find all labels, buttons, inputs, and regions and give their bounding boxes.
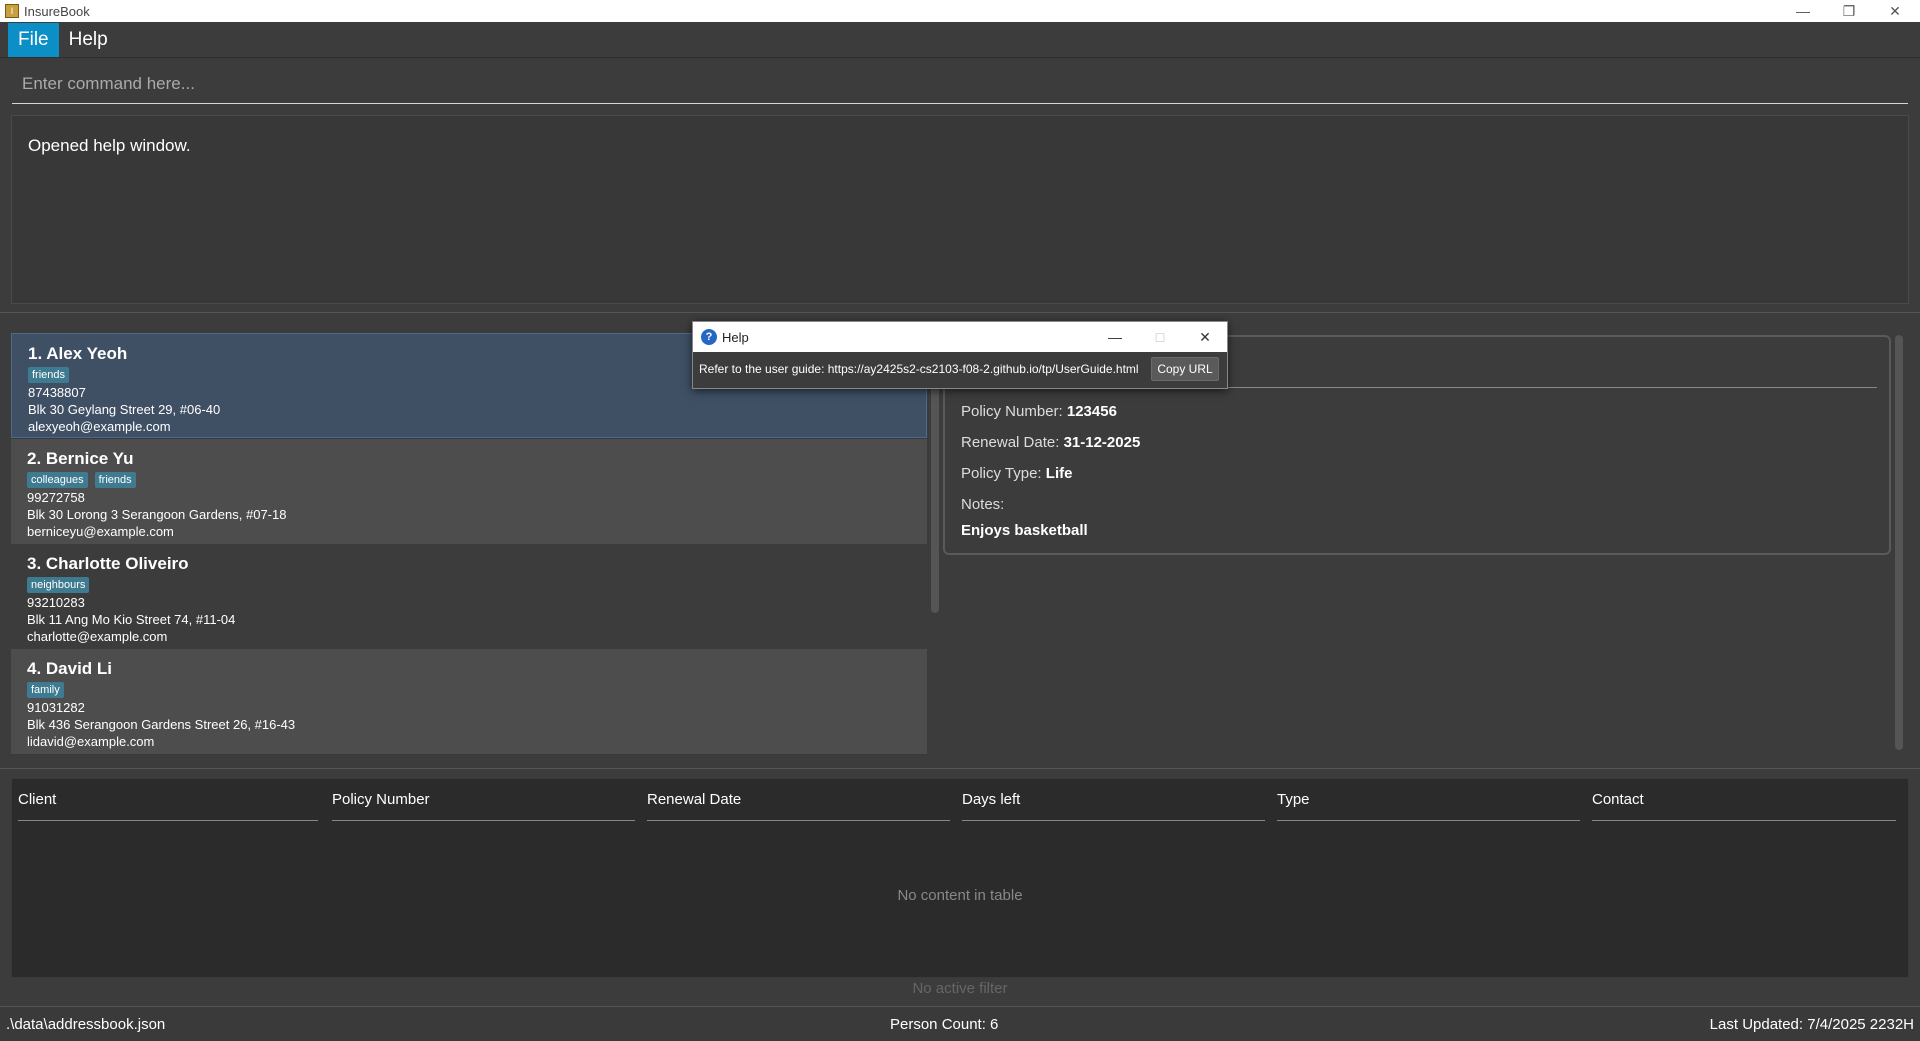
renewal-date-value: 31-12-2025 <box>1063 434 1141 451</box>
policy-number-value: 123456 <box>1066 403 1117 420</box>
menu-bar: File Help <box>0 22 1920 58</box>
person-address: Blk 30 Lorong 3 Serangoon Gardens, #07-1… <box>27 507 287 522</box>
person-email: charlotte@example.com <box>27 629 168 644</box>
notes-text: Enjoys basketball <box>961 522 1088 539</box>
close-icon[interactable]: ✕ <box>1183 322 1227 352</box>
tag: neighbours <box>27 577 90 593</box>
table-empty-text: No content in table <box>897 887 1023 904</box>
person-address: Blk 30 Geylang Street 29, #06-40 <box>28 402 221 417</box>
app-icon: I <box>5 4 19 18</box>
person-email: berniceyu@example.com <box>27 524 174 539</box>
restore-icon[interactable]: ❐ <box>1826 0 1872 22</box>
person-name: 3. Charlotte Oliveiro <box>27 554 189 573</box>
column-header-type[interactable]: Type <box>1277 791 1580 821</box>
column-header-contact[interactable]: Contact <box>1592 791 1896 821</box>
person-address: Blk 11 Ang Mo Kio Street 74, #11-04 <box>27 612 236 627</box>
tag: colleagues <box>27 472 88 488</box>
column-header-policy-number[interactable]: Policy Number <box>332 791 635 821</box>
detail-scrollbar[interactable] <box>1895 335 1903 750</box>
person-phone: 99272758 <box>27 490 85 505</box>
question-icon: ? <box>701 329 717 345</box>
person-card[interactable]: 4. David Li family 91031282 Blk 436 Sera… <box>11 649 927 754</box>
split-divider-lower[interactable] <box>0 768 1920 769</box>
title-bar: I InsureBook — ❐ ✕ <box>0 0 1920 22</box>
person-list: 1. Alex Yeoh friends 87438807 Blk 30 Gey… <box>11 333 927 755</box>
filter-status: No active filter <box>912 980 1008 997</box>
command-input[interactable] <box>12 64 1908 103</box>
policy-type-label: Policy Type: <box>961 465 1042 482</box>
split-divider[interactable] <box>0 312 1920 313</box>
minimize-icon[interactable]: — <box>1780 0 1826 22</box>
column-header-days-left[interactable]: Days left <box>962 791 1265 821</box>
status-file-path: .\data\addressbook.json <box>6 1016 166 1033</box>
help-title: Help <box>722 330 749 345</box>
person-phone: 91031282 <box>27 700 85 715</box>
copy-url-button[interactable]: Copy URL <box>1151 357 1219 381</box>
close-icon[interactable]: ✕ <box>1872 0 1918 22</box>
person-phone: 93210283 <box>27 595 85 610</box>
tag-group: family <box>27 682 64 698</box>
person-name: 1. Alex Yeoh <box>28 344 128 363</box>
window-title: InsureBook <box>24 3 90 19</box>
tag-group: friends <box>28 367 70 383</box>
person-phone: 87438807 <box>28 385 86 400</box>
column-header-client[interactable]: Client <box>18 791 318 821</box>
tag-group: colleagues friends <box>27 472 136 488</box>
status-last-updated: Last Updated: 7/4/2025 2232H <box>1709 1016 1914 1033</box>
result-message: Opened help window. <box>28 136 191 155</box>
menu-help[interactable]: Help <box>59 23 118 57</box>
policy-type-value: Life <box>1045 465 1073 482</box>
person-name: 2. Bernice Yu <box>27 449 134 468</box>
column-header-renewal-date[interactable]: Renewal Date <box>647 791 950 821</box>
menu-file[interactable]: File <box>8 22 59 57</box>
maximize-icon: □ <box>1155 329 1165 345</box>
tag: friends <box>28 367 70 383</box>
person-email: lidavid@example.com <box>27 734 155 749</box>
notes-label: Notes: <box>961 496 1005 513</box>
renewal-date-row: Renewal Date: 31-12-2025 <box>961 434 1140 451</box>
status-bar: .\data\addressbook.json Person Count: 6 … <box>0 1006 1920 1041</box>
policy-number-row: Policy Number: 123456 <box>961 403 1117 420</box>
tag: family <box>27 682 64 698</box>
policy-number-label: Policy Number: <box>961 403 1063 420</box>
help-title-bar: ? Help — □ ✕ <box>693 322 1227 352</box>
minimize-icon[interactable]: — <box>1093 322 1137 352</box>
help-dialog: ? Help — □ ✕ Refer to the user guide: ht… <box>692 321 1228 389</box>
tag: friends <box>94 472 136 488</box>
person-card[interactable]: 3. Charlotte Oliveiro neighbours 9321028… <box>11 544 927 649</box>
person-email: alexyeoh@example.com <box>28 419 171 434</box>
result-display: Opened help window. <box>11 115 1909 304</box>
notes-value: Enjoys basketball <box>961 522 1088 539</box>
renewal-date-label: Renewal Date: <box>961 434 1060 451</box>
tag-group: neighbours <box>27 577 90 593</box>
person-name: 4. David Li <box>27 659 113 678</box>
policy-type-row: Policy Type: Life <box>961 465 1072 482</box>
person-address: Blk 436 Serangoon Gardens Street 26, #16… <box>27 717 296 732</box>
person-card[interactable]: 2. Bernice Yu colleagues friends 9927275… <box>11 439 927 544</box>
policy-table: Client Policy Number Renewal Date Days l… <box>11 778 1909 978</box>
command-box <box>12 64 1908 104</box>
status-person-count: Person Count: 6 <box>890 1016 999 1033</box>
help-message: Refer to the user guide: https://ay2425s… <box>699 362 1139 376</box>
